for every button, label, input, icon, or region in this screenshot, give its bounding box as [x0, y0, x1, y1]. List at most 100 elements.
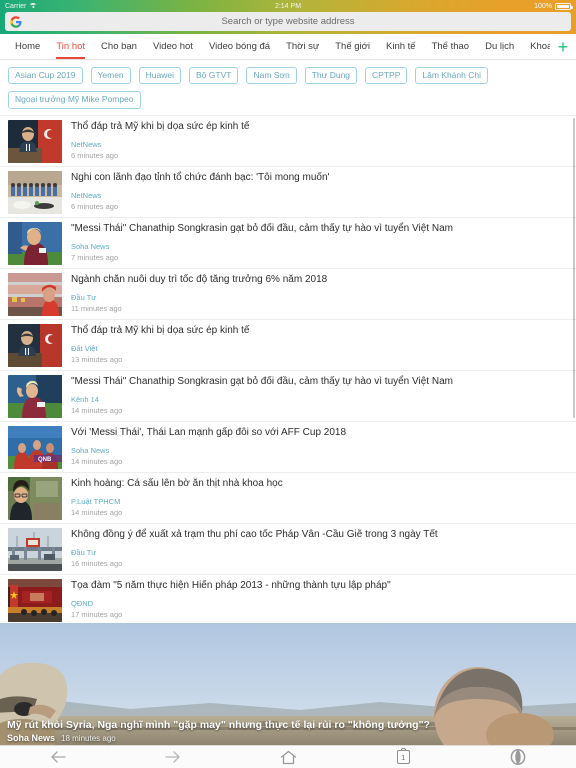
tab-home[interactable]: Home — [7, 34, 48, 59]
news-source[interactable]: Kênh 14 — [71, 395, 568, 405]
news-meta: NetNews 6 minutes ago — [71, 140, 568, 161]
tab-count-label: 1 — [401, 752, 406, 762]
tab-video-bong-da[interactable]: Video bóng đá — [201, 34, 278, 59]
news-content: Thổ đáp trả Mỹ khi bị dọa sức ép kinh tế… — [62, 120, 576, 162]
news-meta: Soha News 14 minutes ago — [71, 446, 568, 467]
news-list-item[interactable]: Tọa đàm "5 năm thực hiện Hiến pháp 2013 … — [0, 575, 576, 626]
news-source[interactable]: P.Luật TPHCM — [71, 497, 568, 507]
tab-du-lich[interactable]: Du lịch — [477, 34, 522, 59]
browser-toolbar: 1 — [0, 745, 576, 768]
news-time: 6 minutes ago — [71, 150, 119, 160]
back-button[interactable] — [0, 746, 115, 768]
featured-title: Mỹ rút khỏi Syria, Nga nghĩ mình "gặp ma… — [7, 718, 430, 731]
trending-tags: Asian Cup 2019 Yemen Huawei Bộ GTVT Nam … — [0, 60, 576, 116]
tab-kinh-te[interactable]: Kinh tế — [378, 34, 424, 59]
tab-cho-ban[interactable]: Cho bạn — [93, 34, 145, 59]
tab-the-gioi[interactable]: Thế giới — [327, 34, 378, 59]
news-list-item[interactable]: Thổ đáp trả Mỹ khi bị dọa sức ép kinh tế… — [0, 116, 576, 167]
news-title: Ngành chăn nuôi duy trì tốc độ tăng trưở… — [71, 273, 328, 285]
tag-chip[interactable]: Huawei — [138, 67, 182, 85]
opera-menu-icon — [511, 749, 526, 765]
news-content: Tọa đàm "5 năm thực hiện Hiến pháp 2013 … — [62, 579, 576, 621]
forward-button[interactable] — [115, 746, 230, 768]
news-source[interactable]: Đầu Tư — [71, 548, 568, 558]
news-time: 6 minutes ago — [71, 201, 119, 211]
tab-thoi-su[interactable]: Thời sự — [278, 34, 327, 59]
news-title: Với 'Messi Thái', Thái Lan mạnh gấp đôi … — [71, 426, 347, 438]
tag-chip[interactable]: Bộ GTVT — [189, 67, 239, 85]
add-category-button[interactable]: + — [550, 34, 576, 59]
news-title: Tọa đàm "5 năm thực hiện Hiến pháp 2013 … — [71, 579, 391, 591]
news-thumbnail — [8, 374, 62, 418]
status-bar-right: 100% — [534, 2, 573, 10]
tag-chip[interactable]: Lâm Khánh Chi — [415, 67, 488, 85]
tab-count-icon: 1 — [396, 748, 410, 764]
news-source[interactable]: NetNews — [71, 191, 568, 201]
tab-switcher-button[interactable]: 1 — [346, 746, 461, 768]
news-thumbnail: QNB — [8, 425, 62, 469]
tag-chip[interactable]: Nam Sơn — [246, 67, 297, 85]
news-content: Kinh hoàng: Cá sấu lên bờ ăn thịt nhà kh… — [62, 477, 576, 519]
news-list-item[interactable]: QNB Với 'Messi Thái', Thái Lan mạnh gấp … — [0, 422, 576, 473]
news-time: 16 minutes ago — [71, 558, 123, 568]
news-list-item[interactable]: "Messi Thái" Chanathip Songkrasin gạt bỏ… — [0, 371, 576, 422]
news-list: Thổ đáp trả Mỹ khi bị dọa sức ép kinh tế… — [0, 115, 576, 626]
tag-chip[interactable]: Thư Dung — [304, 67, 358, 85]
tab-video-hot[interactable]: Video hot — [145, 34, 201, 59]
tab-the-thao[interactable]: Thể thao — [424, 34, 478, 59]
news-source[interactable]: QĐND — [71, 599, 568, 609]
news-thumbnail — [8, 476, 62, 520]
news-meta: P.Luật TPHCM 14 minutes ago — [71, 497, 568, 518]
news-thumbnail — [8, 119, 62, 163]
news-list-item[interactable]: Không đồng ý để xuất xả trạm thu phí cao… — [0, 524, 576, 575]
news-source[interactable]: Đất Việt — [71, 344, 568, 354]
news-meta: Kênh 14 14 minutes ago — [71, 395, 568, 416]
news-meta: Đầu Tư 16 minutes ago — [71, 548, 568, 569]
news-list-item[interactable]: Nghi con lãnh đạo tỉnh tổ chức đánh bạc:… — [0, 167, 576, 218]
featured-meta: Soha News 18 minutes ago — [7, 733, 569, 743]
news-title: Nghi con lãnh đạo tỉnh tổ chức đánh bạc:… — [71, 171, 330, 183]
news-content: Nghi con lãnh đạo tỉnh tổ chức đánh bạc:… — [62, 171, 576, 213]
news-content: "Messi Thái" Chanathip Songkrasin gạt bỏ… — [62, 222, 576, 264]
news-time: 13 minutes ago — [71, 354, 123, 364]
featured-news-card[interactable]: Mỹ rút khỏi Syria, Nga nghĩ mình "gặp ma… — [0, 623, 576, 745]
news-time: 14 minutes ago — [71, 405, 123, 415]
news-meta: Soha News 7 minutes ago — [71, 242, 568, 263]
tab-khoa-hoc[interactable]: Khoa học — [522, 34, 550, 59]
news-time: 11 minutes ago — [71, 303, 122, 313]
news-time: 14 minutes ago — [71, 507, 123, 517]
news-content: Ngành chăn nuôi duy trì tốc độ tăng trưở… — [62, 273, 576, 315]
tab-tin-hot[interactable]: Tin hot — [48, 34, 93, 59]
news-source[interactable]: Đầu Tư — [71, 293, 568, 303]
battery-full-icon — [555, 2, 573, 10]
arrow-left-icon — [50, 751, 66, 763]
home-button[interactable] — [230, 746, 345, 768]
tag-chip[interactable]: CPTPP — [365, 67, 408, 85]
news-title: "Messi Thái" Chanathip Songkrasin gạt bỏ… — [71, 375, 453, 387]
news-source[interactable]: Soha News — [71, 242, 568, 252]
news-time: 14 minutes ago — [71, 456, 123, 466]
news-source[interactable]: Soha News — [71, 446, 568, 456]
status-bar: Carrier 2:14 PM 100% — [0, 0, 576, 12]
news-time: 7 minutes ago — [71, 252, 119, 262]
status-bar-time: 2:14 PM — [274, 2, 302, 10]
news-list-item[interactable]: Kinh hoàng: Cá sấu lên bờ ăn thịt nhà kh… — [0, 473, 576, 524]
vertical-scrollbar[interactable] — [573, 118, 575, 418]
featured-source[interactable]: Soha News — [7, 733, 55, 743]
news-source[interactable]: NetNews — [71, 140, 568, 150]
menu-button[interactable] — [461, 746, 576, 768]
news-title: Kinh hoàng: Cá sấu lên bờ ăn thịt nhà kh… — [71, 477, 283, 489]
news-list-item[interactable]: Thổ đáp trả Mỹ khi bị dọa sức ép kinh tế… — [0, 320, 576, 371]
news-thumbnail — [8, 323, 62, 367]
news-content: Với 'Messi Thái', Thái Lan mạnh gấp đôi … — [62, 426, 576, 468]
address-bar[interactable]: Search or type website address — [5, 12, 571, 31]
news-list-item[interactable]: "Messi Thái" Chanathip Songkrasin gạt bỏ… — [0, 218, 576, 269]
tag-chip[interactable]: Ngoại trưởng Mỹ Mike Pompeo — [8, 91, 141, 109]
category-tab-scroller[interactable]: Home Tin hot Cho bạn Video hot Video bón… — [0, 34, 550, 59]
tag-chip[interactable]: Yemen — [90, 67, 131, 85]
news-meta: NetNews 6 minutes ago — [71, 191, 568, 212]
tag-chip[interactable]: Asian Cup 2019 — [8, 67, 83, 85]
news-list-item[interactable]: Ngành chăn nuôi duy trì tốc độ tăng trưở… — [0, 269, 576, 320]
news-thumbnail — [8, 578, 62, 622]
featured-text-overlay: Mỹ rút khỏi Syria, Nga nghĩ mình "gặp ma… — [7, 719, 569, 743]
